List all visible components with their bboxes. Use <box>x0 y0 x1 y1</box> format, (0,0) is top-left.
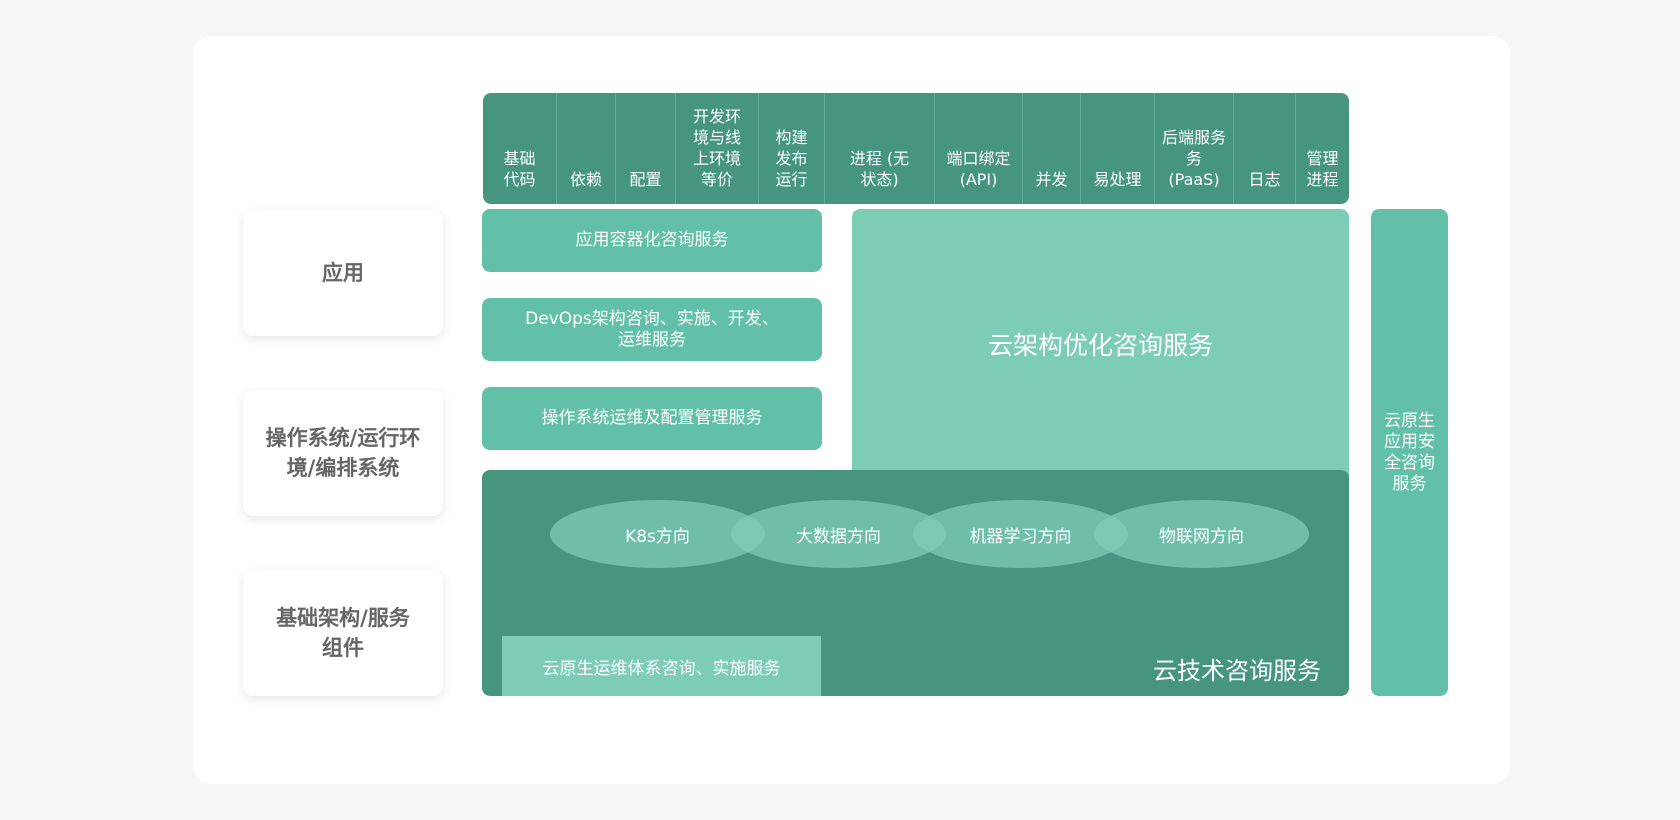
cloud-technology-label: 云技术咨询服务 <box>1153 657 1321 685</box>
service-os-ops: 操作系统运维及配置管理服务 <box>482 387 822 450</box>
cloud-architecture-label: 云架构优化咨询服务 <box>987 331 1213 360</box>
factor-config: 配置 <box>615 93 675 204</box>
service-cloud-architecture: 云架构优化咨询服务 <box>852 209 1349 479</box>
factor-dependencies: 依赖 <box>556 93 615 204</box>
factor-processes: 进程 (无 状态) <box>824 93 934 204</box>
factor-concurrency: 并发 <box>1022 93 1080 204</box>
factor-codebase: 基础 代码 <box>503 149 536 189</box>
factor-logs: 日志 <box>1233 93 1295 204</box>
service-cloud-native-security: 云原生 应用安 全咨询 服务 <box>1371 209 1448 696</box>
service-cloud-technology: K8s方向 大数据方向 机器学习方向 物联网方向 云原生运维体系咨询、实施服务 … <box>482 470 1349 696</box>
factor-build-release-run: 构建 发布 运行 <box>758 93 824 204</box>
header-factor-strip: 基础 代码 依赖 配置 开发环 境与线 上环境 等价 构建 发布 运行 进程 (… <box>483 93 1349 204</box>
factor-admin-processes: 管理 进程 <box>1295 93 1349 204</box>
factor-dev-prod-parity: 开发环 境与线 上环境 等价 <box>675 93 758 204</box>
service-cloud-native-ops: 云原生运维体系咨询、实施服务 <box>502 636 821 696</box>
service-devops: DevOps架构咨询、实施、开发、 运维服务 <box>482 298 822 361</box>
direction-iot: 物联网方向 <box>1094 500 1309 568</box>
factor-disposability: 易处理 <box>1080 93 1154 204</box>
layer-infrastructure: 基础架构/服务 组件 <box>243 570 443 696</box>
service-app-containerization: 应用容器化咨询服务 <box>482 209 822 272</box>
factor-backing-services: 后端服务 务 (PaaS) <box>1154 93 1233 204</box>
factor-port-binding: 端口绑定 (API) <box>934 93 1022 204</box>
layer-os-runtime: 操作系统/运行环 境/编排系统 <box>243 390 443 516</box>
layer-application: 应用 <box>243 210 443 336</box>
